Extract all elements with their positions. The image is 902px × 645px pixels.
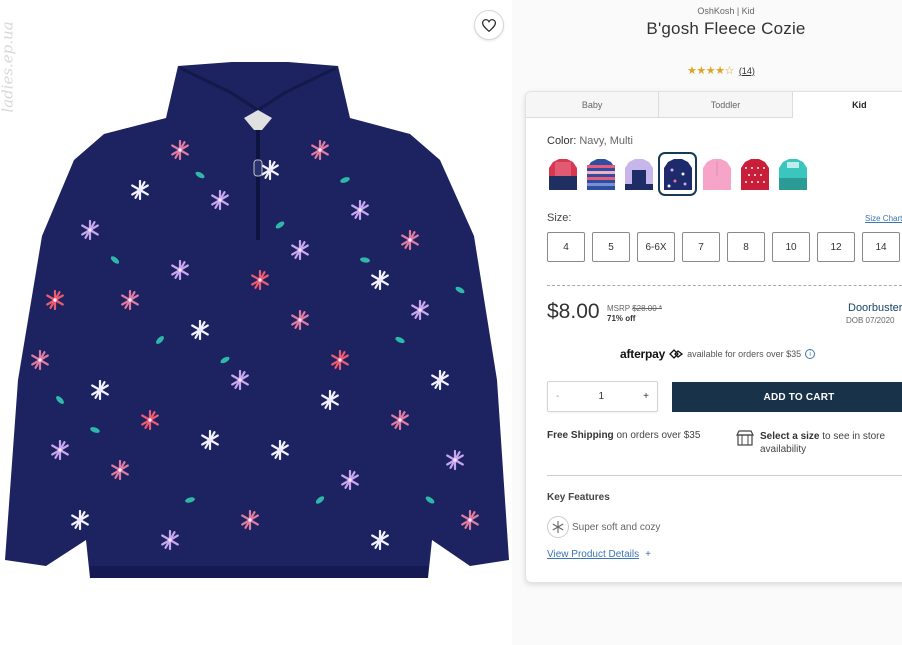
price-divider — [547, 285, 902, 286]
promo-date: DOB 07/2020 — [846, 316, 895, 325]
size-option-5[interactable]: 5 — [592, 232, 630, 262]
afterpay-banner: afterpay available for orders over $35 i — [620, 347, 816, 361]
size-option-14[interactable]: 14 — [862, 232, 900, 262]
product-title: B'gosh Fleece Cozie — [646, 19, 806, 38]
snowflake-icon — [547, 516, 569, 538]
size-option-8[interactable]: 8 — [727, 232, 765, 262]
size-option-10[interactable]: 10 — [772, 232, 810, 262]
shipping-rest: on orders over $35 — [613, 430, 701, 441]
heart-icon — [482, 18, 496, 32]
view-product-details-link[interactable]: View Product Details + — [547, 549, 651, 560]
rating[interactable]: ★★★★☆ (14) — [687, 64, 755, 77]
afterpay-text: available for orders over $35 — [687, 349, 802, 359]
color-heading: Color: — [547, 135, 577, 147]
store-bold: Select a size — [760, 431, 820, 442]
store-text: Select a size to see in store availabili… — [760, 430, 902, 456]
promo-label: Doorbuster — [848, 302, 902, 314]
feature-text: Super soft and cozy — [572, 521, 661, 533]
msrp-label: MSRP — [607, 304, 630, 313]
key-features-title: Key Features — [547, 492, 610, 503]
selected-color-value: Navy, Multi — [579, 135, 633, 147]
brand-label: OshKosh | Kid — [697, 6, 755, 16]
msrp-value: $28.00 * — [632, 304, 663, 313]
info-icon[interactable]: i — [805, 349, 816, 359]
details-link-text: View Product Details — [547, 549, 640, 560]
color-swatches — [547, 152, 808, 196]
quantity-stepper: - 1 + — [547, 381, 658, 412]
quantity-value[interactable]: 1 — [598, 391, 604, 402]
age-tabs: Baby Toddler Kid — [526, 92, 902, 118]
discount-percent: 71% off — [607, 314, 636, 323]
quantity-increment-button[interactable]: + — [643, 391, 649, 402]
store-availability: Select a size to see in store availabili… — [736, 430, 902, 456]
product-image[interactable] — [0, 0, 512, 645]
shipping-bold: Free Shipping — [547, 430, 614, 441]
swatch-teal[interactable] — [777, 155, 808, 193]
sale-price: $8.00 — [547, 300, 600, 323]
size-option-6-6x[interactable]: 6-6X — [637, 232, 675, 262]
size-label: Size: — [547, 212, 572, 224]
msrp-block: MSRP $28.00 * 71% off — [607, 304, 662, 324]
shipping-info: Free Shipping on orders over $35 — [547, 430, 700, 441]
quantity-decrement-button[interactable]: - — [556, 391, 559, 402]
afterpay-arrows-icon — [669, 349, 684, 359]
afterpay-logo: afterpay — [620, 347, 666, 361]
review-count-link[interactable]: (14) — [739, 66, 755, 76]
details-plus-icon: + — [645, 549, 651, 560]
purchase-card: Baby Toddler Kid Color: Navy, Multi Size… — [525, 91, 902, 583]
watermark: ladies.ep.ua — [0, 21, 17, 113]
store-icon — [736, 430, 754, 446]
size-options: 4 5 6-6X 7 8 10 12 14 — [547, 232, 900, 262]
tab-kid[interactable]: Kid — [792, 92, 902, 118]
product-details: OshKosh | Kid B'gosh Fleece Cozie ★★★★☆ … — [512, 0, 902, 645]
rating-stars: ★★★★☆ — [687, 65, 734, 77]
size-chart-link[interactable]: Size Chart — [865, 214, 902, 223]
size-option-4[interactable]: 4 — [547, 232, 585, 262]
swatch-striped[interactable] — [585, 155, 616, 193]
feature-item: Super soft and cozy — [547, 516, 660, 538]
tab-toddler[interactable]: Toddler — [659, 92, 793, 118]
add-to-cart-button[interactable]: ADD TO CART — [672, 382, 902, 412]
swatch-red-fairisle[interactable] — [739, 155, 770, 193]
swatch-pink[interactable] — [701, 155, 732, 193]
swatch-lavender-navy[interactable] — [623, 155, 654, 193]
swatch-red-navy[interactable] — [547, 155, 578, 193]
favorite-button[interactable] — [474, 10, 504, 40]
size-option-12[interactable]: 12 — [817, 232, 855, 262]
color-label: Color: Navy, Multi — [547, 135, 633, 147]
swatch-navy-floral[interactable] — [658, 152, 697, 196]
product-page: ladies.ep.ua OshKosh | Kid B'gosh Fleece… — [0, 0, 902, 645]
tab-baby[interactable]: Baby — [526, 92, 660, 118]
size-option-7[interactable]: 7 — [682, 232, 720, 262]
product-image-panel: ladies.ep.ua — [0, 0, 512, 645]
features-divider — [547, 475, 902, 476]
